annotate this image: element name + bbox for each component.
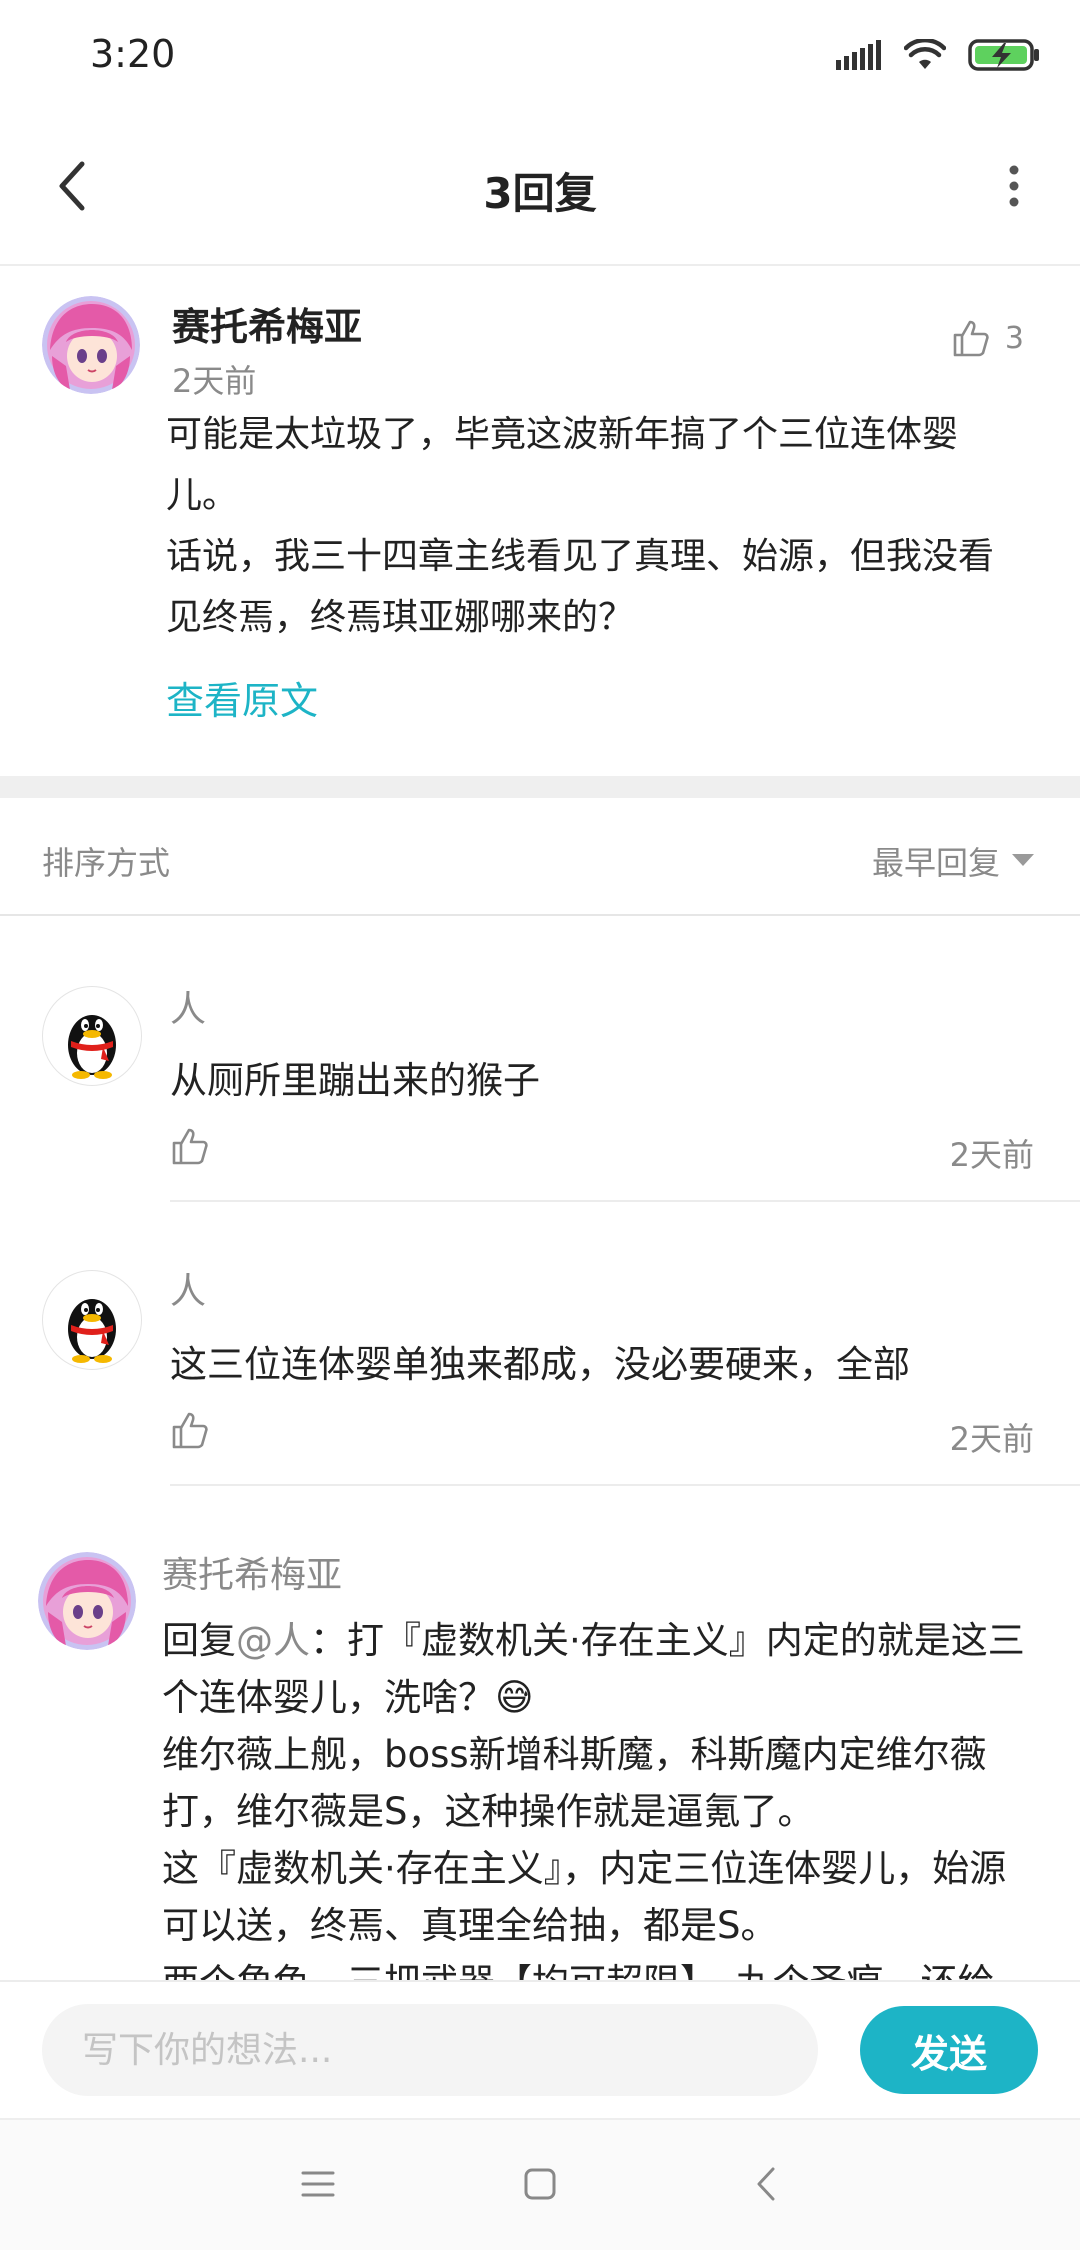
penguin-avatar-icon <box>68 1015 116 1079</box>
thumbs-up-icon <box>172 1412 208 1449</box>
more-vertical-icon <box>1009 165 1019 207</box>
post-line: 话说，我三十四章主线看见了真理、始源，但我没看 <box>166 536 995 577</box>
post-line: 儿。 <box>166 475 239 516</box>
menu-icon <box>301 2171 335 2197</box>
signal-icon <box>836 40 881 70</box>
reply-text: 这三位连体婴单独来都成，没必要硬来，全部 <box>170 1343 910 1386</box>
sort-divider <box>0 914 1080 916</box>
more-options-button[interactable] <box>984 150 1044 222</box>
reply-text: 从厕所里蹦出来的猴子 <box>170 1059 540 1102</box>
header-divider <box>0 264 1080 266</box>
reply-divider <box>170 1200 1080 1202</box>
reply-divider <box>170 1484 1080 1486</box>
sort-label: 排序方式 <box>42 844 171 882</box>
author-avatar[interactable] <box>42 296 140 394</box>
reply-line: 个连体婴儿，洗啥？😅 <box>162 1676 534 1719</box>
status-time: 3:20 <box>90 32 176 76</box>
reply-avatar[interactable] <box>38 1552 136 1650</box>
view-original-link[interactable]: 查看原文 <box>166 670 318 725</box>
reply-line: 这『虚数机关·存在主义』，内定三位连体婴儿，始源 <box>162 1847 1007 1890</box>
reply-prefix: 回复 <box>162 1619 236 1662</box>
author-name[interactable]: 赛托希梅亚 <box>172 296 362 351</box>
reply-line: 可以送，终焉、真理全给抽，都是S。 <box>162 1904 778 1947</box>
send-button[interactable]: 发送 <box>860 2006 1038 2094</box>
status-icons <box>836 38 1040 72</box>
post-body: 可能是太垃圾了，毕竟这波新年搞了个三位连体婴 儿。 话说，我三十四章主线看见了真… <box>166 404 1046 648</box>
reply-line-rest: ：打『虚数机关·存在主义』内定的就是这三 <box>310 1619 1025 1662</box>
menu-nav-button[interactable] <box>286 2152 350 2216</box>
reply-avatar[interactable] <box>42 1270 142 1370</box>
reply-time: 2天前 <box>949 1420 1034 1458</box>
reply-line: 回复@人：打『虚数机关·存在主义』内定的就是这三 <box>162 1612 1042 1669</box>
comment-input[interactable] <box>42 2004 818 2096</box>
sort-value: 最早回复 <box>871 844 1000 882</box>
sort-dropdown[interactable]: 最早回复 <box>872 838 1034 884</box>
post-like-button[interactable]: 3 <box>951 318 1024 358</box>
penguin-avatar-icon <box>68 1299 116 1363</box>
reply-text: 回复@人：打『虚数机关·存在主义』内定的就是这三 个连体婴儿，洗啥？😅 维尔薇上… <box>162 1612 1042 2011</box>
page-title: 3回复 <box>483 169 597 218</box>
thumbs-up-icon <box>953 320 989 357</box>
like-count: 3 <box>1004 320 1024 356</box>
reply-author[interactable]: 人 <box>170 980 206 1032</box>
reply-like-button[interactable] <box>170 1410 216 1456</box>
post-time: 2天前 <box>172 362 257 400</box>
home-square-icon <box>524 2168 556 2200</box>
post-line: 见终焉，终焉琪亚娜哪来的？ <box>166 597 635 638</box>
home-nav-button[interactable] <box>508 2152 572 2216</box>
section-divider <box>0 776 1080 798</box>
reply-line: 打，维尔薇是S，这种操作就是逼氪了。 <box>162 1790 815 1833</box>
reply-avatar[interactable] <box>42 986 142 1086</box>
reply-time: 2天前 <box>949 1136 1034 1174</box>
back-nav-button[interactable] <box>734 2152 798 2216</box>
reply-author[interactable]: 赛托希梅亚 <box>162 1546 342 1598</box>
reply-like-button[interactable] <box>170 1126 216 1172</box>
post-line: 可能是太垃圾了，毕竟这波新年搞了个三位连体婴 <box>166 414 959 455</box>
thumbs-up-icon <box>172 1128 208 1165</box>
reply-line: 维尔薇上舰，boss新增科斯魔，科斯魔内定维尔薇 <box>162 1733 987 1776</box>
mention-link[interactable]: @人 <box>236 1619 310 1662</box>
battery-charging-icon <box>968 39 1039 71</box>
caret-down-icon <box>1012 854 1034 866</box>
reply-author[interactable]: 人 <box>170 1262 206 1314</box>
wifi-icon <box>904 39 946 69</box>
back-triangle-icon <box>757 2167 775 2201</box>
anime-avatar-icon <box>38 1552 136 1650</box>
anime-avatar-icon <box>42 296 140 394</box>
